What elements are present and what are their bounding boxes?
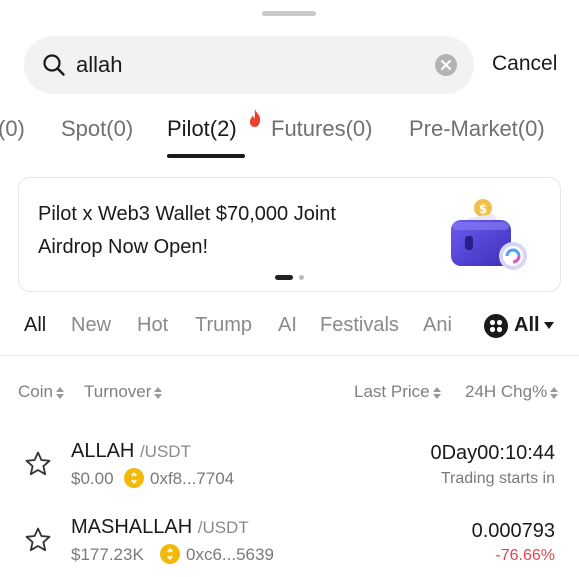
carousel-dot-active[interactable] bbox=[275, 275, 293, 280]
sort-icon bbox=[154, 386, 163, 399]
filter-trump[interactable]: Trump bbox=[195, 314, 252, 337]
filter-festivals[interactable]: Festivals bbox=[320, 314, 399, 337]
search-row: Cancel bbox=[0, 34, 579, 96]
contract-address: 0xc6...5639 bbox=[186, 545, 274, 564]
grid-icon bbox=[484, 314, 508, 338]
coin-name: MASHALLAH /USDT bbox=[71, 516, 249, 539]
filter-new[interactable]: New bbox=[71, 314, 111, 337]
clear-icon[interactable] bbox=[435, 54, 457, 76]
wallet-icon: $ bbox=[451, 199, 527, 270]
table-header: Coin Turnover Last Price 24H Chg% bbox=[0, 380, 579, 406]
header-24h-change[interactable]: 24H Chg% bbox=[465, 382, 559, 402]
cancel-button[interactable]: Cancel bbox=[492, 52, 557, 76]
coin-symbol: MASHALLAH bbox=[71, 516, 193, 538]
flame-icon bbox=[249, 109, 261, 127]
caret-down-icon bbox=[544, 322, 554, 329]
header-last-price[interactable]: Last Price bbox=[354, 382, 441, 402]
tab-spot[interactable]: Spot(0) bbox=[61, 116, 133, 142]
banner-text: Pilot x Web3 Wallet $70,000 Joint Airdro… bbox=[38, 198, 398, 264]
header-turnover[interactable]: Turnover bbox=[84, 382, 163, 402]
tab-pre-market[interactable]: Pre-Market(0) bbox=[409, 116, 545, 142]
filter-ai[interactable]: AI bbox=[278, 314, 297, 337]
banner-line-2: Airdrop Now Open! bbox=[38, 236, 209, 258]
last-price: 0.000793 bbox=[471, 520, 555, 542]
promo-banner[interactable]: Pilot x Web3 Wallet $70,000 Joint Airdro… bbox=[18, 177, 561, 292]
coin-pair: /USDT bbox=[197, 518, 249, 537]
svg-text:$: $ bbox=[479, 202, 487, 216]
filter-scroll: All New Hot Trump AI Festivals Ani bbox=[0, 308, 474, 342]
banner-line-1: Pilot x Web3 Wallet $70,000 Joint bbox=[38, 203, 336, 225]
tab-previous[interactable]: (0) bbox=[0, 116, 25, 142]
chain-filter-label: All bbox=[514, 314, 540, 336]
filter-chips: All New Hot Trump AI Festivals Ani All bbox=[0, 308, 579, 342]
filter-animals[interactable]: Ani bbox=[423, 314, 452, 337]
header-coin-label: Coin bbox=[18, 382, 53, 401]
sort-icon bbox=[550, 386, 559, 399]
section-divider bbox=[0, 355, 579, 356]
table-row[interactable]: MASHALLAH /USDT $177.23K 0xc6...5639 0.0… bbox=[0, 512, 579, 577]
bnb-chain-icon bbox=[160, 544, 180, 564]
active-tab-indicator bbox=[167, 154, 245, 158]
price-change-percent: -76.66% bbox=[495, 547, 555, 564]
coin-pair: /USDT bbox=[139, 442, 191, 461]
star-icon[interactable] bbox=[24, 450, 52, 478]
coin-turnover: $177.23K bbox=[71, 545, 144, 564]
filter-hot[interactable]: Hot bbox=[137, 314, 168, 337]
sheet-grabber[interactable] bbox=[262, 11, 316, 16]
header-turnover-label: Turnover bbox=[84, 382, 152, 401]
search-box[interactable] bbox=[24, 36, 474, 94]
coin-symbol: ALLAH bbox=[71, 440, 135, 462]
header-last-price-label: Last Price bbox=[354, 382, 430, 401]
header-24h-change-label: 24H Chg% bbox=[465, 382, 548, 401]
sort-icon bbox=[432, 386, 441, 399]
coin-name: ALLAH /USDT bbox=[71, 440, 191, 463]
tab-pilot[interactable]: Pilot(2) bbox=[167, 116, 237, 142]
star-icon[interactable] bbox=[24, 526, 52, 554]
category-tabs: (0) Spot(0) Pilot(2) Futures(0) Pre-Mark… bbox=[0, 108, 579, 160]
coin-turnover: $0.00 bbox=[71, 469, 114, 488]
last-price: 0Day00:10:44 bbox=[430, 442, 555, 464]
search-icon bbox=[43, 54, 65, 76]
table-row[interactable]: ALLAH /USDT $0.00 0xf8...7704 0Day00:10:… bbox=[0, 436, 579, 506]
contract-address: 0xf8...7704 bbox=[150, 469, 235, 488]
price-subtext: Trading starts in bbox=[440, 470, 555, 487]
tab-futures[interactable]: Futures(0) bbox=[271, 116, 372, 142]
filter-all[interactable]: All bbox=[24, 314, 46, 337]
search-input[interactable] bbox=[76, 50, 416, 80]
sort-icon bbox=[55, 386, 64, 399]
bnb-chain-icon bbox=[124, 468, 144, 488]
header-coin[interactable]: Coin bbox=[18, 382, 64, 402]
carousel-dot[interactable] bbox=[299, 275, 304, 280]
